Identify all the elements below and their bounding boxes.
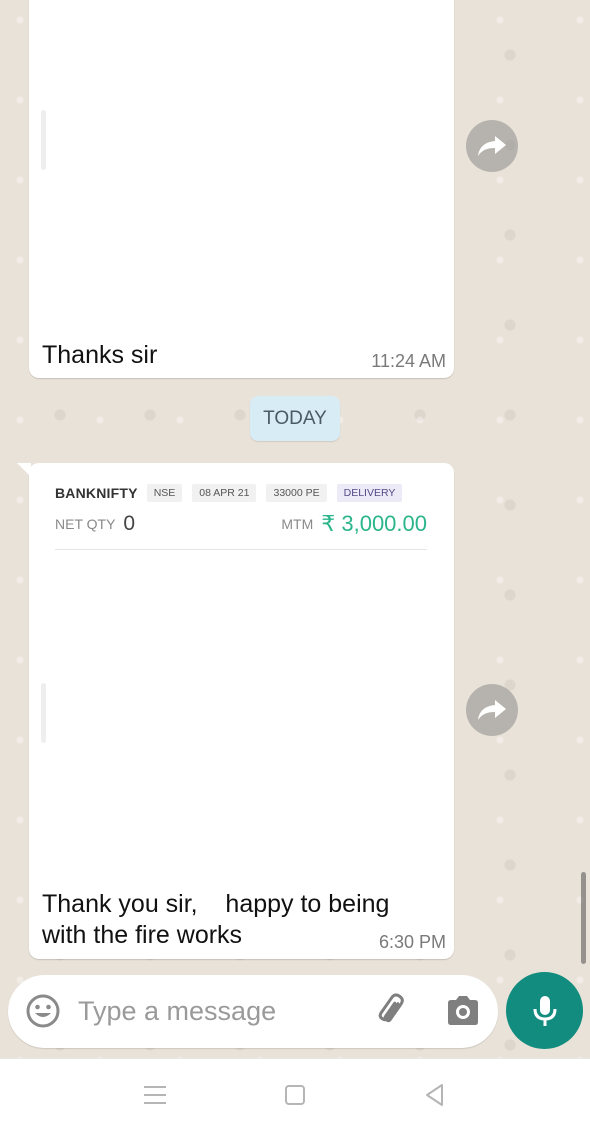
message-bubble[interactable]: BANKNIFTY NSE 08 APR 21 33000 PE DELIVER…	[17, 463, 454, 959]
home-icon[interactable]	[281, 1081, 309, 1109]
mtm-value: ₹ 3,000.00	[321, 511, 427, 536]
microphone-icon	[533, 995, 556, 1026]
trade-symbol: BANKNIFTY	[55, 485, 138, 501]
paperclip-icon[interactable]	[372, 992, 410, 1030]
forward-icon	[478, 136, 506, 156]
trade-card: BANKNIFTY NSE 08 APR 21 33000 PE DELIVER…	[55, 483, 427, 550]
emoji-icon[interactable]	[25, 993, 61, 1029]
system-navigation-bar	[0, 1058, 590, 1129]
image-placeholder-bar	[41, 683, 46, 743]
forward-button[interactable]	[466, 120, 518, 172]
net-qty-value: 0	[123, 512, 136, 535]
divider	[55, 549, 427, 550]
message-text: Thank you sir, happy to being with the f…	[42, 890, 397, 949]
mtm-label: MTM	[281, 516, 314, 532]
image-placeholder-bar	[41, 110, 46, 170]
image-attachment[interactable]: BANKNIFTY NSE 08 APR 21 33000 PE DELIVER…	[29, 463, 454, 873]
trade-tag-expiry: 08 APR 21	[192, 484, 257, 502]
message-input[interactable]	[78, 993, 358, 1030]
back-icon[interactable]	[421, 1081, 449, 1109]
microphone-button[interactable]	[506, 972, 583, 1049]
message-composer	[8, 975, 498, 1048]
trade-tag-product: DELIVERY	[336, 484, 403, 502]
menu-icon[interactable]	[141, 1081, 169, 1109]
forward-button[interactable]	[466, 684, 518, 736]
image-attachment[interactable]	[29, 0, 454, 320]
message-time: 6:30 PM	[378, 932, 446, 952]
camera-icon[interactable]	[444, 993, 482, 1029]
message-bubble[interactable]: Thanks sir 11:24 AM	[29, 0, 454, 378]
message-time: 11:24 AM	[371, 351, 446, 371]
forward-icon	[478, 700, 506, 720]
chat-area[interactable]: Thanks sir 11:24 AM TODAY BANKNIFTY NSE …	[0, 0, 590, 1058]
trade-tag-strike: 33000 PE	[266, 484, 327, 502]
trade-tag-exchange: NSE	[146, 484, 183, 502]
net-qty-label: NET QTY	[55, 516, 116, 532]
date-divider: TODAY	[250, 396, 340, 441]
scrollbar-thumb[interactable]	[581, 872, 586, 964]
message-text: Thanks sir	[42, 341, 158, 369]
